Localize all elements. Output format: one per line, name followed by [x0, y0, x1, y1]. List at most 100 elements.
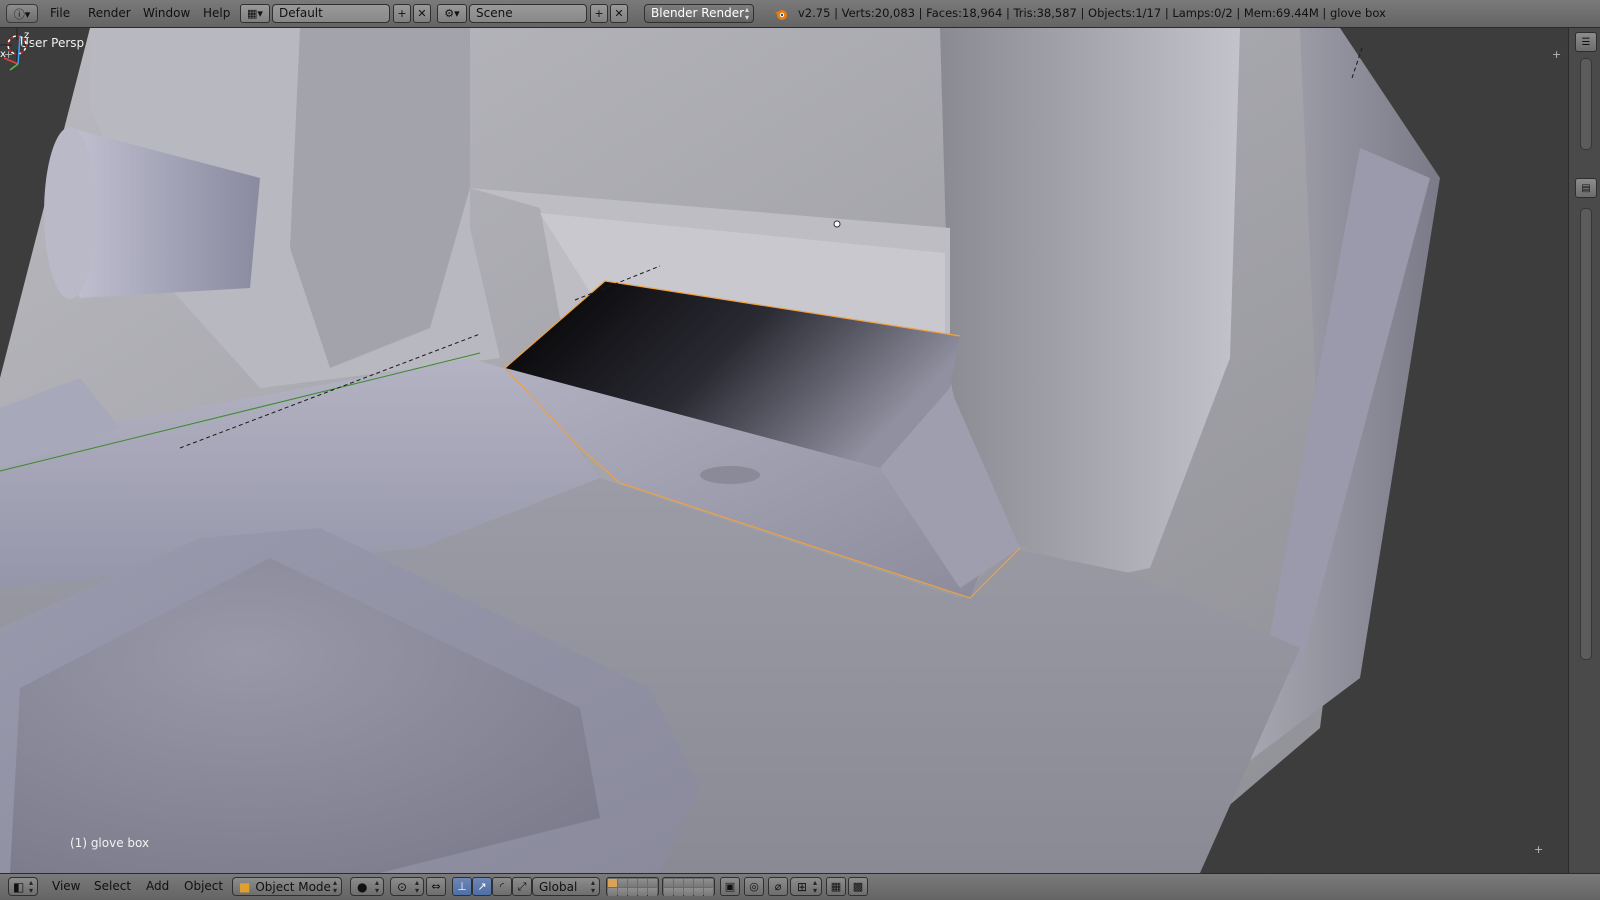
region-expand-icon[interactable]: +	[4, 48, 13, 61]
outliner-toggle-icon[interactable]: ☰	[1575, 32, 1597, 52]
snap-element-select[interactable]: ⊞ ▴ ▾	[790, 877, 822, 896]
translate-manipulator-button[interactable]: ↗	[472, 877, 492, 896]
layer-cell[interactable]	[608, 879, 617, 887]
pivot-point-select[interactable]: ⊙ ▴ ▾	[390, 877, 424, 896]
dropdown-arrows-icon: ▴ ▾	[374, 878, 379, 895]
menu-file[interactable]: File	[44, 4, 76, 23]
scale-icon: ⤢	[517, 879, 527, 893]
3d-view-icon: ◧	[13, 879, 25, 894]
pivot-point-icon: ⊙	[397, 879, 408, 894]
dropdown-arrows-icon: ▴ ▾	[28, 878, 33, 895]
snap-toggle-button[interactable]: ⌀	[768, 877, 788, 896]
rotate-manipulator-button[interactable]: ◜	[492, 877, 512, 896]
3d-viewport[interactable]: User Persp z x (1) glove box + + +	[0, 28, 1568, 873]
layers-grid-a[interactable]	[606, 877, 659, 896]
lock-scene-layers-button[interactable]: ▣	[720, 877, 740, 896]
dropdown-arrows-icon: ▴ ▾	[744, 5, 749, 22]
layer-cell[interactable]	[664, 888, 673, 896]
layer-cell[interactable]	[704, 888, 713, 896]
plus-icon: +	[397, 7, 407, 20]
solid-shading-icon: ●	[357, 879, 368, 894]
menu-object[interactable]: Object	[178, 877, 229, 896]
properties-scrollbar[interactable]	[1580, 208, 1592, 660]
menu-add[interactable]: Add	[140, 877, 175, 896]
layer-cell[interactable]	[684, 879, 693, 887]
layers-grid-b[interactable]	[662, 877, 715, 896]
render-still-button[interactable]: ▦	[826, 877, 846, 896]
menu-view[interactable]: View	[46, 877, 86, 896]
3d-view-header: ◧ ▴ ▾ View Select Add Object ■ Object Mod…	[0, 873, 1600, 900]
close-icon: ✕	[417, 7, 427, 20]
manipulator-icon: ⊥	[457, 880, 467, 893]
layer-cell[interactable]	[618, 888, 627, 896]
mode-select[interactable]: ■ Object Mode ▴ ▾	[232, 877, 342, 896]
render-animation-button[interactable]: ▩	[848, 877, 868, 896]
add-layout-button[interactable]: +	[393, 4, 411, 23]
outliner-scrollbar[interactable]	[1580, 58, 1592, 150]
close-icon: ✕	[614, 7, 624, 20]
axis-z-label: z	[24, 30, 29, 41]
scale-manipulator-button[interactable]: ⤢	[512, 877, 532, 896]
orientation-label: Global	[539, 879, 578, 894]
menu-help[interactable]: Help	[197, 4, 236, 23]
dropdown-arrows-icon: ▴ ▾	[414, 878, 419, 895]
layer-cell[interactable]	[618, 879, 627, 887]
editor-type-button[interactable]: ◧ ▴ ▾	[8, 877, 38, 896]
dropdown-arrows-icon: ▴ ▾	[590, 878, 595, 895]
region-resize-icon[interactable]: +	[1534, 843, 1543, 856]
arrow-icon: ↗	[477, 880, 487, 893]
layer-cell[interactable]	[694, 888, 703, 896]
render-engine-label: Blender Render	[651, 6, 745, 20]
blender-logo-icon	[772, 4, 790, 23]
editor-type-button[interactable]: ⓘ▾	[6, 4, 38, 23]
magnet-icon: ⌀	[774, 880, 782, 893]
layer-cell[interactable]	[674, 888, 683, 896]
add-scene-button[interactable]: +	[590, 4, 608, 23]
lock-icon: ▣	[724, 880, 736, 893]
layer-cell[interactable]	[628, 879, 637, 887]
manipulate-center-points-button[interactable]: ⇔	[426, 877, 446, 896]
delete-scene-button[interactable]: ✕	[610, 4, 628, 23]
render-engine-select[interactable]: Blender Render ▴ ▾	[644, 4, 754, 23]
rotate-icon: ◜	[499, 880, 505, 893]
screen-layout-icon[interactable]: ▦▾	[240, 4, 270, 23]
plus-icon: +	[594, 7, 604, 20]
camera-icon: ▦	[830, 880, 842, 893]
info-header: ⓘ▾ File Render Window Help ▦▾ Default + …	[0, 0, 1600, 28]
scene-field[interactable]: Scene	[469, 4, 587, 23]
layer-cell[interactable]	[684, 888, 693, 896]
layer-cell[interactable]	[704, 879, 713, 887]
layer-cell[interactable]	[638, 888, 647, 896]
proportional-edit-icon: ◎	[749, 880, 759, 893]
transform-orientation-select[interactable]: Global ▴ ▾	[532, 877, 600, 896]
manipulator-center-icon: ⇔	[431, 880, 441, 893]
info-icon: ⓘ▾	[13, 7, 31, 21]
scene-render	[0, 28, 1440, 873]
proportional-editing-button[interactable]: ◎	[744, 877, 764, 896]
layer-cell[interactable]	[648, 888, 657, 896]
menu-render[interactable]: Render	[82, 4, 137, 23]
screen-layout-field[interactable]: Default	[272, 4, 390, 23]
properties-toggle-icon[interactable]: ▤	[1575, 178, 1597, 198]
delete-layout-button[interactable]: ✕	[413, 4, 431, 23]
mode-label: Object Mode	[255, 879, 331, 894]
scene-icon[interactable]: ⚙▾	[437, 4, 467, 23]
layer-cell[interactable]	[664, 879, 673, 887]
dropdown-arrows-icon: ▴ ▾	[332, 878, 337, 895]
layer-cell[interactable]	[674, 879, 683, 887]
clapper-icon: ▩	[852, 880, 864, 893]
layer-cell[interactable]	[608, 888, 617, 896]
active-object-label: (1) glove box	[70, 836, 150, 850]
region-expand-icon-right[interactable]: +	[1552, 48, 1561, 61]
manipulator-toggle-button[interactable]: ⊥	[452, 877, 472, 896]
viewport-shading-select[interactable]: ● ▴ ▾	[350, 877, 384, 896]
layer-cell[interactable]	[694, 879, 703, 887]
layer-cell[interactable]	[648, 879, 657, 887]
menu-window[interactable]: Window	[137, 4, 196, 23]
layer-cell[interactable]	[628, 888, 637, 896]
menu-select[interactable]: Select	[88, 877, 137, 896]
layer-cell[interactable]	[638, 879, 647, 887]
status-info: v2.75 | Verts:20,083 | Faces:18,964 | Tr…	[798, 6, 1386, 20]
dropdown-arrows-icon: ▴ ▾	[812, 878, 817, 895]
object-mode-icon: ■	[239, 879, 251, 894]
